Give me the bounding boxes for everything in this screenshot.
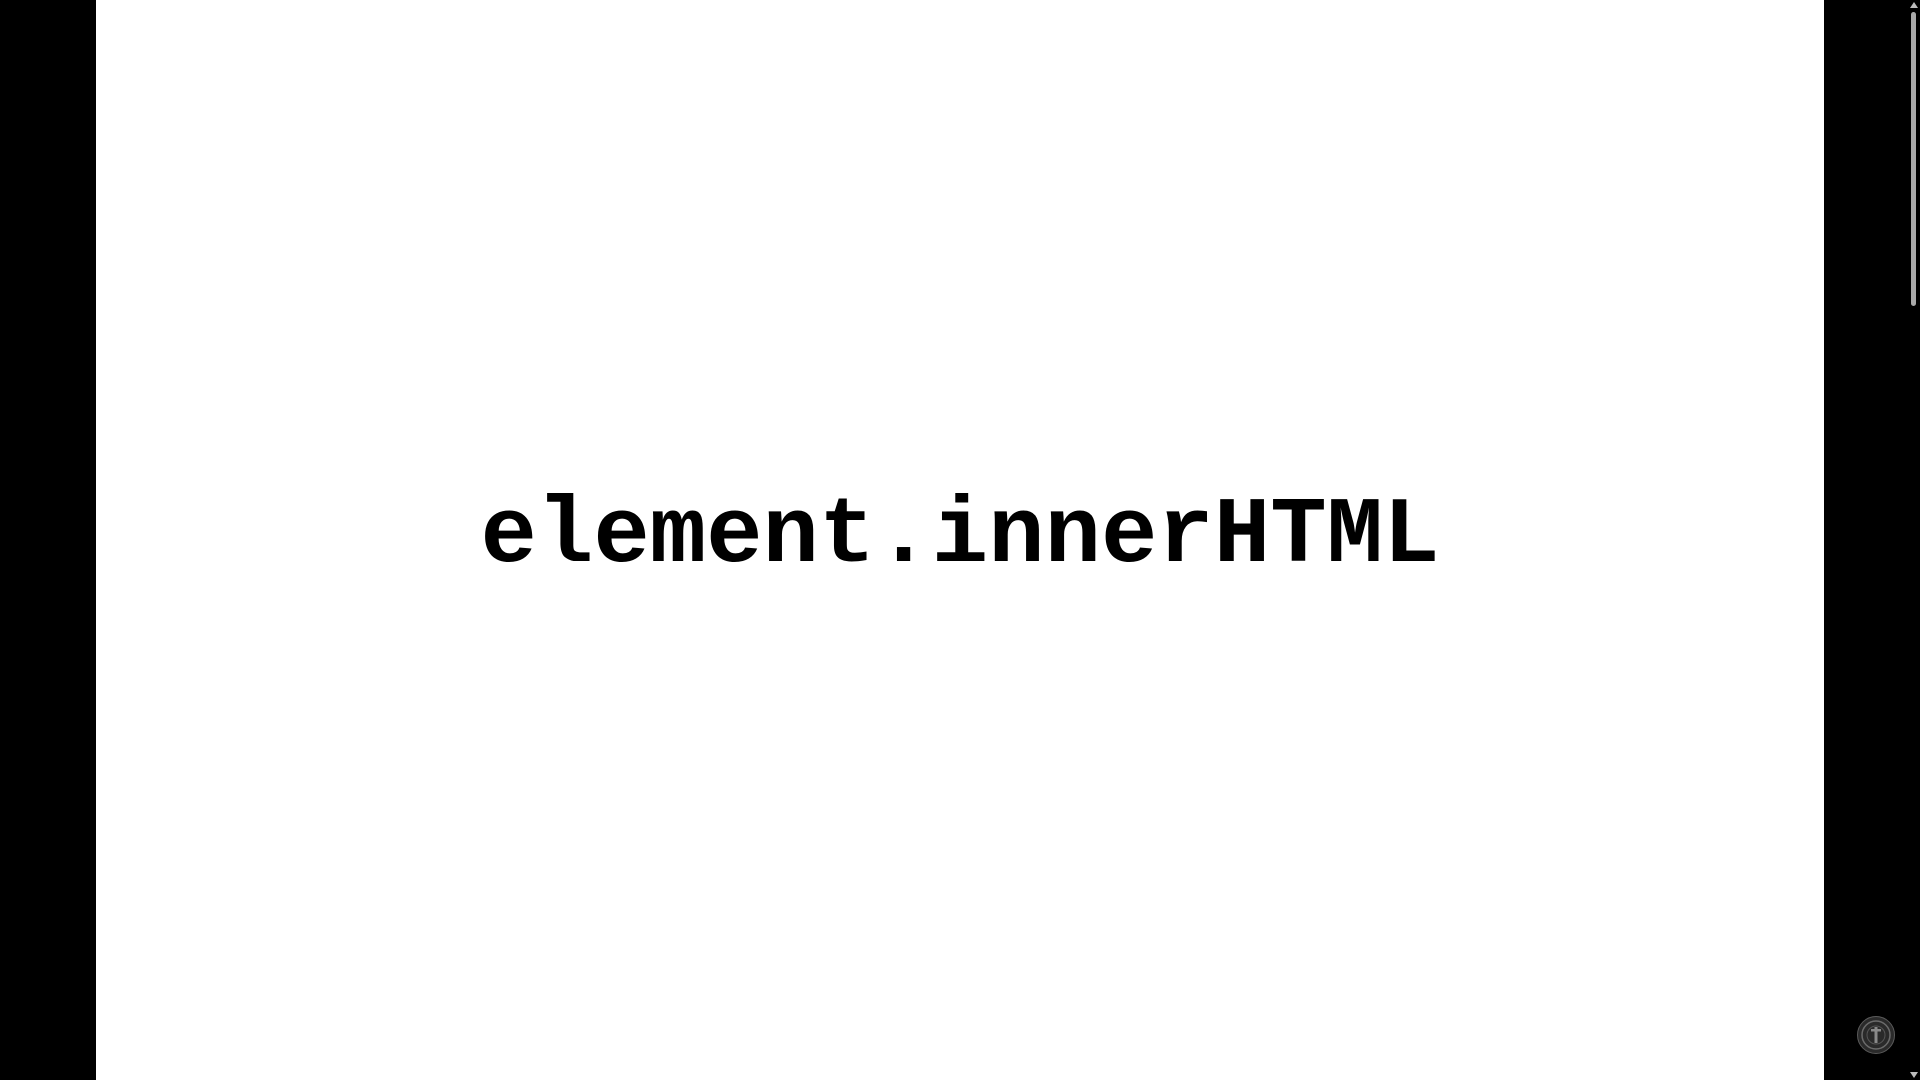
scroll-down-arrow-icon[interactable] [1910,1072,1918,1078]
scroll-up-arrow-icon[interactable] [1910,2,1918,8]
video-frame: element.innerHTML [0,0,1920,1080]
channel-logo-glyph [1861,1020,1891,1050]
scrollbar-thumb[interactable] [1911,12,1916,306]
channel-logo-icon [1857,1016,1895,1054]
slide-title: element.innerHTML [480,484,1440,590]
slide: element.innerHTML [96,0,1824,1080]
vertical-scrollbar[interactable] [1908,0,1920,1080]
